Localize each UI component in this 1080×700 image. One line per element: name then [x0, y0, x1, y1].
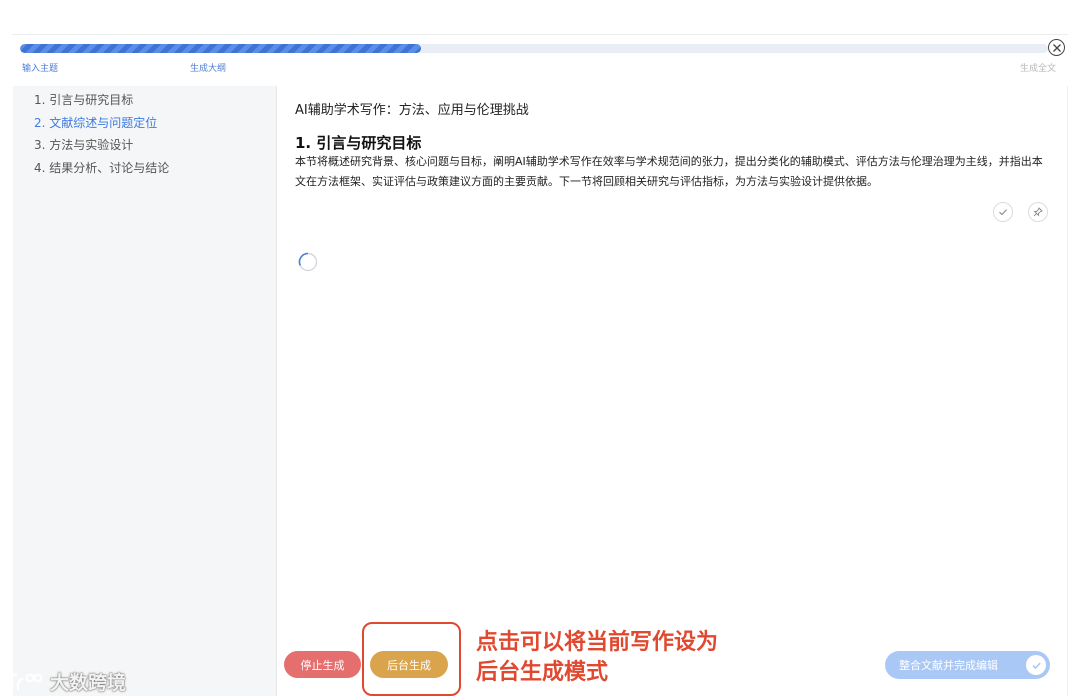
close-button[interactable] [1048, 39, 1065, 56]
pin-section-button[interactable] [1028, 202, 1048, 222]
step-generate-full-text: 生成全文 [1020, 64, 1057, 74]
step-input-topic: 输入主题 [22, 64, 59, 74]
outline-item-intro[interactable]: 1. 引言与研究目标 [34, 92, 133, 108]
progress-bar [20, 44, 1048, 53]
watermark: 大数跨境 [8, 668, 126, 695]
section-body[interactable]: 本节将概述研究背景、核心问题与目标，阐明AI辅助学术写作在效率与学术规范间的张力… [295, 152, 1051, 192]
check-icon [999, 209, 1008, 216]
progress-bar-fill [20, 44, 421, 53]
outline-item-results[interactable]: 4. 结果分析、讨论与结论 [34, 160, 169, 176]
annotation-callout: 点击可以将当前写作设为后台生成模式 [476, 630, 719, 685]
check-circle-icon [1026, 655, 1046, 675]
finish-editing-button[interactable]: 整合文献并完成编辑 [885, 651, 1050, 679]
outline-sidebar: 1. 引言与研究目标 2. 文献综述与问题定位 3. 方法与实验设计 4. 结果… [13, 86, 277, 696]
close-icon [1052, 43, 1061, 52]
top-divider [12, 34, 1068, 35]
confirm-section-button[interactable] [993, 202, 1013, 222]
watermark-text: 大数跨境 [50, 672, 127, 694]
section-heading: 1. 引言与研究目标 [295, 134, 422, 152]
finish-editing-label: 整合文献并完成编辑 [899, 659, 998, 672]
document-title: AI辅助学术写作：方法、应用与伦理挑战 [295, 103, 529, 118]
stop-generation-button[interactable]: 停止生成 [284, 651, 361, 678]
pin-icon [1033, 207, 1043, 217]
outline-item-literature-review[interactable]: 2. 文献综述与问题定位 [34, 115, 157, 131]
watermark-logo-icon [10, 672, 43, 690]
document-editor: AI辅助学术写作：方法、应用与伦理挑战 1. 引言与研究目标 本节将概述研究背景… [277, 86, 1068, 696]
loading-spinner-icon [298, 252, 318, 272]
step-generate-outline: 生成大纲 [190, 64, 227, 74]
outline-item-methods[interactable]: 3. 方法与实验设计 [34, 137, 133, 153]
annotation-highlight-box [362, 622, 461, 696]
